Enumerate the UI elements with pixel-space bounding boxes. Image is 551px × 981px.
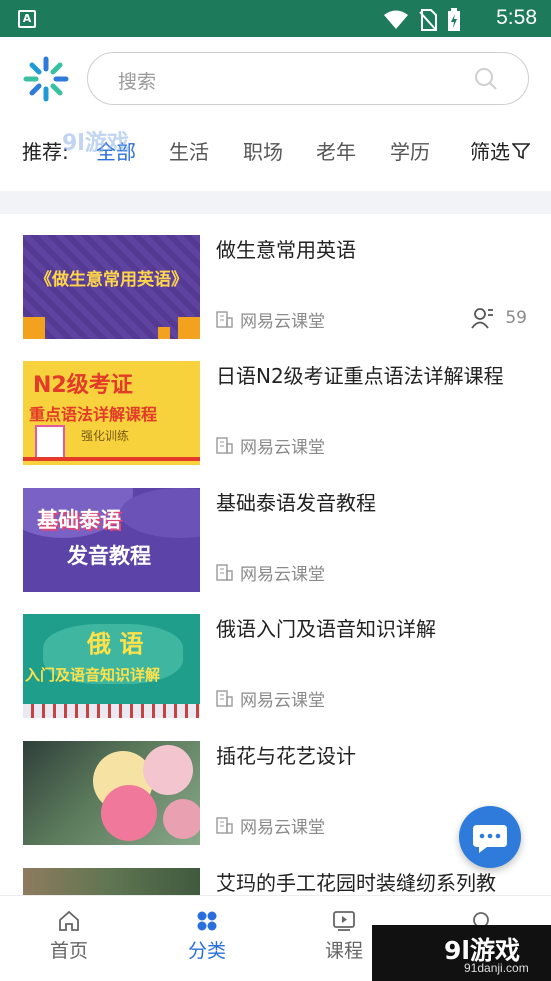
nav-category-label: 分类 [187, 940, 226, 962]
building-icon [216, 564, 233, 581]
course-icon [333, 911, 355, 931]
no-sim-icon [419, 9, 437, 31]
course-item[interactable]: 基础泰语 发音教程 基础泰语发音教程 网易云课堂 [0, 467, 551, 594]
clock: 5:58 [496, 6, 537, 29]
funnel-icon [512, 142, 530, 159]
course-provider: 网易云课堂 [216, 813, 325, 838]
filter-label: 筛选 [470, 140, 510, 164]
app-logo [23, 56, 69, 102]
watermark-logo: 9l游戏 [62, 130, 129, 156]
thumbnail-caption: 基础泰语 [37, 508, 121, 532]
thumbnail-caption: N2级考证 [33, 373, 133, 398]
course-item[interactable]: N2级考证 重点语法详解课程 强化训练 日语N2级考证重点语法详解课程 网易云课… [0, 340, 551, 467]
course-title: 日语N2级考证重点语法详解课程 [216, 364, 504, 388]
section-divider [0, 191, 551, 214]
building-icon [216, 311, 233, 328]
search-input[interactable]: 搜索 [118, 67, 156, 94]
thumbnail-caption: 重点语法详解课程 [29, 405, 158, 424]
course-title: 艾玛的手工花园时装缝纫系列教 [216, 871, 496, 895]
chat-bubble-icon [473, 825, 507, 853]
tab-life[interactable]: 生活 [169, 136, 209, 165]
building-icon [216, 817, 233, 834]
thumbnail-caption: 俄 语 [87, 630, 144, 658]
course-thumbnail: N2级考证 重点语法详解课程 强化训练 [23, 361, 200, 465]
svg-text:9l游戏: 9l游戏 [62, 130, 129, 156]
learners-icon [471, 308, 494, 329]
course-provider: 网易云课堂 [216, 560, 325, 585]
course-title: 做生意常用英语 [216, 238, 356, 262]
course-thumbnail [23, 741, 200, 845]
course-thumbnail: 俄 语 入门及语音知识详解 [23, 614, 200, 718]
battery-charging-icon [448, 8, 460, 31]
provider-name: 网易云课堂 [240, 312, 325, 332]
search-bar[interactable]: 搜索 [87, 52, 529, 105]
course-provider: 网易云课堂 [216, 307, 325, 332]
tab-elderly[interactable]: 老年 [316, 136, 356, 165]
provider-name: 网易云课堂 [240, 818, 325, 838]
course-provider: 网易云课堂 [216, 433, 325, 458]
tab-workplace[interactable]: 职场 [243, 136, 283, 165]
course-title: 基础泰语发音教程 [216, 491, 376, 515]
thumbnail-caption: 《做生意常用英语》 [35, 270, 188, 290]
course-provider: 网易云课堂 [216, 686, 325, 711]
status-icons [383, 8, 461, 32]
provider-name: 网易云课堂 [240, 691, 325, 711]
building-icon [216, 690, 233, 707]
filter-button[interactable]: 筛选 [470, 136, 530, 165]
wifi-icon [384, 10, 408, 29]
provider-name: 网易云课堂 [240, 565, 325, 585]
building-icon [216, 437, 233, 454]
nav-home-label: 首页 [49, 940, 88, 962]
learner-count: 59 [471, 307, 527, 329]
course-title: 插花与花艺设计 [216, 744, 356, 768]
provider-name: 网易云课堂 [240, 438, 325, 458]
course-title: 俄语入门及语音知识详解 [216, 617, 436, 641]
tab-education[interactable]: 学历 [390, 136, 430, 165]
status-bar: A 5:58 [0, 0, 551, 37]
thumbnail-caption: 发音教程 [67, 544, 151, 568]
search-icon[interactable] [474, 67, 498, 91]
nav-home[interactable]: 首页 [24, 910, 114, 963]
thumbnail-caption: 入门及语音知识详解 [25, 666, 161, 684]
watermark-badge: 9l游戏 91danji.com [372, 925, 551, 981]
course-item[interactable]: 《做生意常用英语》 做生意常用英语 网易云课堂 59 [0, 214, 551, 341]
nav-course-label: 课程 [324, 940, 363, 962]
thumbnail-caption: 强化训练 [81, 429, 130, 443]
course-thumbnail: 《做生意常用英语》 [23, 235, 200, 339]
home-icon [59, 910, 79, 931]
chat-button[interactable] [459, 806, 521, 868]
category-icon [197, 911, 217, 931]
course-thumbnail: 基础泰语 发音教程 [23, 488, 200, 592]
learner-count-value: 59 [505, 308, 527, 328]
nav-category[interactable]: 分类 [162, 910, 252, 963]
watermark-url: 91danji.com [464, 961, 529, 975]
app-badge: A [18, 10, 36, 28]
course-item[interactable]: 俄 语 入门及语音知识详解 俄语入门及语音知识详解 网易云课堂 [0, 593, 551, 720]
